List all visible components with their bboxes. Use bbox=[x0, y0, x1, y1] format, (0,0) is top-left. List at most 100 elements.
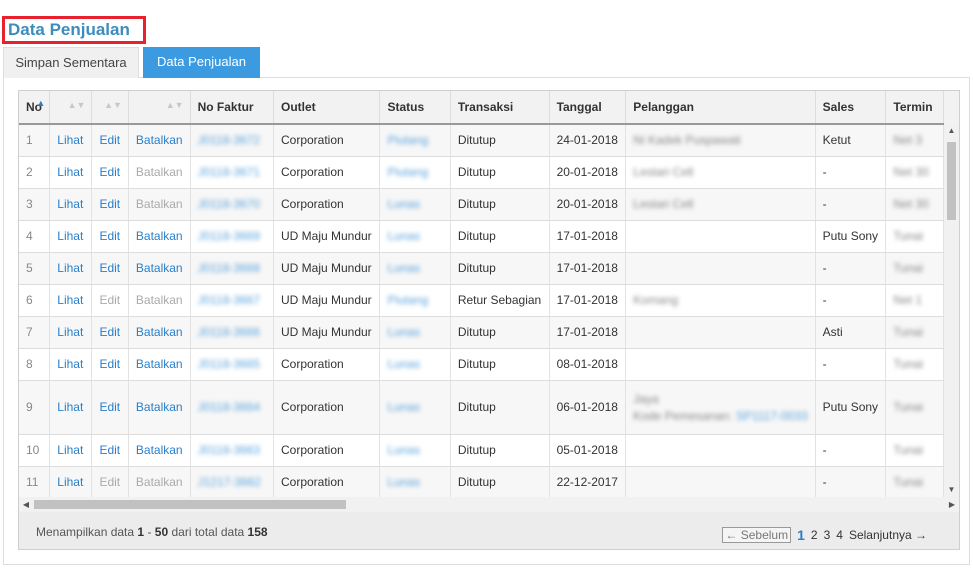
invoice-number-link[interactable]: J0118-3669 bbox=[198, 229, 261, 243]
grid-viewport[interactable]: No ▲ ▲▼ ▲▼ ▲▼ No Faktur Outlet Status Tra… bbox=[19, 91, 944, 497]
col-header-edit[interactable]: ▲▼ bbox=[91, 91, 129, 125]
col-header-outlet[interactable]: Outlet bbox=[273, 91, 381, 125]
col-header-faktur[interactable]: No Faktur bbox=[190, 91, 274, 125]
page-3-link[interactable]: 3 bbox=[824, 528, 831, 542]
invoice-number-link[interactable]: J0118-3670 bbox=[198, 197, 261, 211]
col-header-tanggal[interactable]: Tanggal bbox=[549, 91, 627, 125]
cancel-link[interactable]: Batalkan bbox=[128, 252, 191, 285]
sales-cell: - bbox=[815, 156, 887, 189]
view-link[interactable]: Lihat bbox=[49, 284, 93, 317]
view-link[interactable]: Lihat bbox=[49, 156, 93, 189]
edit-link[interactable]: Edit bbox=[91, 380, 129, 435]
horizontal-scroll-thumb[interactable] bbox=[34, 500, 346, 509]
cancel-link[interactable]: Batalkan bbox=[128, 220, 191, 253]
view-link[interactable]: Lihat bbox=[49, 252, 93, 285]
cancel-link[interactable]: Batalkan bbox=[128, 434, 191, 467]
next-page-button[interactable]: Selanjutnya → bbox=[849, 528, 927, 542]
edit-link[interactable]: Edit bbox=[91, 156, 129, 189]
view-link[interactable]: Lihat bbox=[49, 124, 93, 157]
pagination: ← Sebelum 1 2 3 4 Selanjutnya → bbox=[722, 527, 927, 543]
header-corner bbox=[944, 91, 959, 124]
invoice-number-link[interactable]: J0118-3668 bbox=[198, 261, 261, 275]
prev-page-button[interactable]: ← Sebelum bbox=[722, 527, 792, 543]
date-cell: 24-01-2018 bbox=[549, 124, 627, 157]
row-number: 5 bbox=[19, 252, 51, 285]
cancel-link: Batalkan bbox=[128, 156, 191, 189]
row-number: 8 bbox=[19, 348, 51, 381]
invoice-number[interactable]: J0118-3663 bbox=[190, 434, 274, 467]
col-header-status[interactable]: Status bbox=[379, 91, 451, 125]
cancel-link[interactable]: Batalkan bbox=[128, 316, 191, 349]
row-number: 3 bbox=[19, 188, 51, 221]
edit-link[interactable]: Edit bbox=[91, 348, 129, 381]
view-link[interactable]: Lihat bbox=[49, 188, 93, 221]
invoice-number[interactable]: J0118-3666 bbox=[190, 316, 274, 349]
row-number: 1 bbox=[19, 124, 51, 157]
edit-link[interactable]: Edit bbox=[91, 316, 129, 349]
edit-link[interactable]: Edit bbox=[91, 434, 129, 467]
invoice-number[interactable]: J0118-3670 bbox=[190, 188, 274, 221]
edit-link[interactable]: Edit bbox=[91, 252, 129, 285]
invoice-number[interactable]: J0118-3671 bbox=[190, 156, 274, 189]
view-link[interactable]: Lihat bbox=[49, 348, 93, 381]
table-header-row: No ▲ ▲▼ ▲▼ ▲▼ No Faktur Outlet Status Tra… bbox=[19, 91, 944, 125]
cancel-link[interactable]: Batalkan bbox=[128, 380, 191, 435]
invoice-number-link[interactable]: J0118-3667 bbox=[198, 293, 261, 307]
invoice-number[interactable]: J0118-3667 bbox=[190, 284, 274, 317]
invoice-number-link[interactable]: J0118-3664 bbox=[198, 400, 261, 414]
edit-link[interactable]: Edit bbox=[91, 124, 129, 157]
view-link[interactable]: Lihat bbox=[49, 434, 93, 467]
invoice-number-link[interactable]: J1217-3662 bbox=[198, 475, 261, 489]
scroll-left-icon[interactable]: ◀ bbox=[19, 497, 33, 512]
view-link[interactable]: Lihat bbox=[49, 316, 93, 349]
tab-simpan-sementara[interactable]: Simpan Sementara bbox=[3, 47, 139, 78]
edit-link[interactable]: Edit bbox=[91, 188, 129, 221]
sales-cell: Ketut bbox=[815, 124, 887, 157]
col-header-no[interactable]: No ▲ bbox=[19, 91, 51, 125]
cancel-link[interactable]: Batalkan bbox=[128, 124, 191, 157]
col-header-pelanggan[interactable]: Pelanggan bbox=[625, 91, 816, 125]
invoice-number[interactable]: J0118-3669 bbox=[190, 220, 274, 253]
tab-data-penjualan[interactable]: Data Penjualan bbox=[143, 47, 260, 78]
invoice-number-link[interactable]: J0118-3666 bbox=[198, 325, 261, 339]
order-code-link[interactable]: SP1117-0033 bbox=[736, 409, 808, 423]
page-1-link[interactable]: 1 bbox=[797, 527, 805, 543]
invoice-number[interactable]: J0118-3672 bbox=[190, 124, 274, 157]
scroll-right-icon[interactable]: ▶ bbox=[945, 497, 959, 512]
horizontal-scrollbar[interactable]: ◀ ▶ bbox=[19, 497, 959, 512]
col-header-view[interactable]: ▲▼ bbox=[49, 91, 93, 125]
invoice-number-link[interactable]: J0118-3672 bbox=[198, 133, 261, 147]
invoice-number[interactable]: J0118-3668 bbox=[190, 252, 274, 285]
vertical-scroll-thumb[interactable] bbox=[947, 142, 956, 220]
scroll-up-icon[interactable]: ▲ bbox=[944, 124, 959, 138]
scroll-down-icon[interactable]: ▼ bbox=[944, 483, 959, 497]
vertical-scrollbar[interactable]: ▲ ▼ bbox=[944, 124, 959, 497]
cancel-link[interactable]: Batalkan bbox=[128, 348, 191, 381]
invoice-number-link[interactable]: J0118-3663 bbox=[198, 443, 261, 457]
col-header-termin[interactable]: Termin bbox=[885, 91, 944, 125]
view-link[interactable]: Lihat bbox=[49, 380, 93, 435]
record-to: 50 bbox=[154, 525, 169, 539]
col-header-cancel[interactable]: ▲▼ bbox=[128, 91, 191, 125]
status-cell: Lunas bbox=[379, 188, 451, 221]
col-header-sales[interactable]: Sales bbox=[815, 91, 887, 125]
date-cell: 17-01-2018 bbox=[549, 284, 627, 317]
col-header-transaksi[interactable]: Transaksi bbox=[450, 91, 550, 125]
page-2-link[interactable]: 2 bbox=[811, 528, 818, 542]
cancel-link: Batalkan bbox=[128, 466, 191, 497]
invoice-number-link[interactable]: J0118-3665 bbox=[198, 357, 261, 371]
invoice-number[interactable]: J1217-3662 bbox=[190, 466, 274, 497]
invoice-number[interactable]: J0118-3664 bbox=[190, 380, 274, 435]
transaction-cell: Ditutup bbox=[450, 124, 550, 157]
customer-cell bbox=[625, 316, 816, 349]
customer-cell: Ni Kadek Puspawati bbox=[625, 124, 816, 157]
customer-name: Komang bbox=[633, 293, 678, 307]
cancel-link: Batalkan bbox=[128, 188, 191, 221]
invoice-number-link[interactable]: J0118-3671 bbox=[198, 165, 261, 179]
edit-link[interactable]: Edit bbox=[91, 220, 129, 253]
page-4-link[interactable]: 4 bbox=[836, 528, 843, 542]
invoice-number[interactable]: J0118-3665 bbox=[190, 348, 274, 381]
view-link[interactable]: Lihat bbox=[49, 220, 93, 253]
customer-cell bbox=[625, 434, 816, 467]
view-link[interactable]: Lihat bbox=[49, 466, 93, 497]
